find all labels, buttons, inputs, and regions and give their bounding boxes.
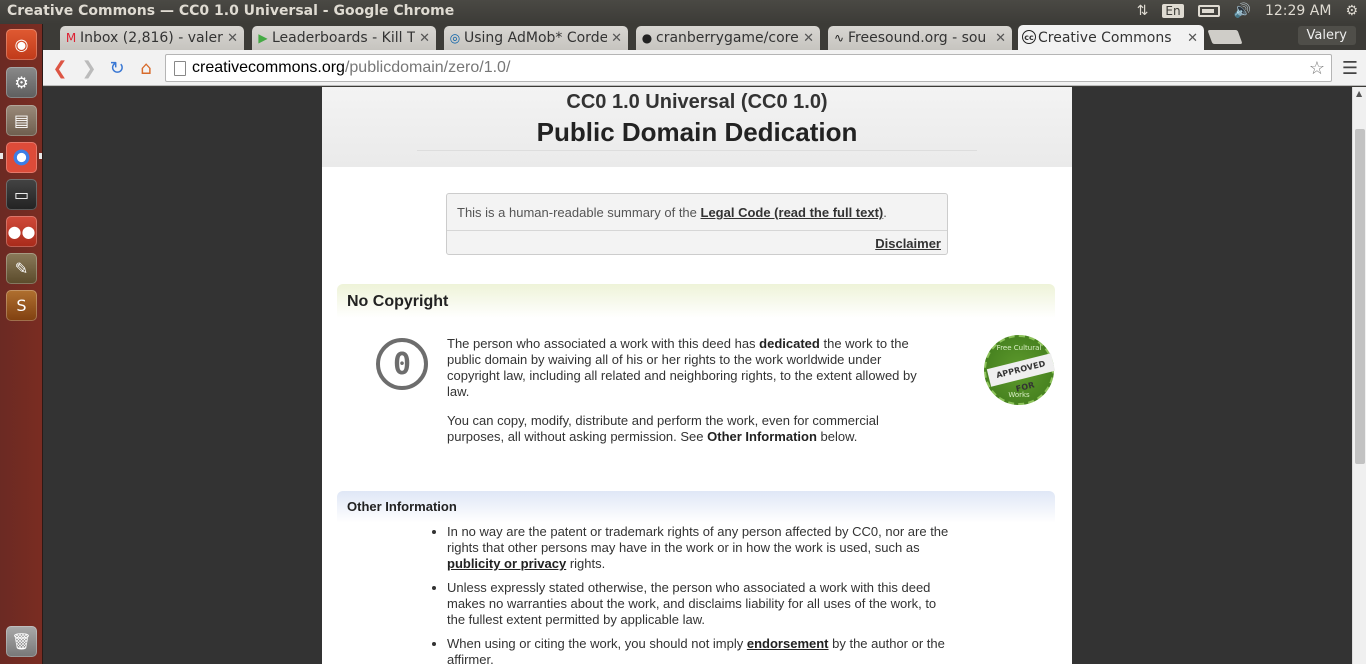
cc-icon: cc: [1022, 30, 1036, 44]
tab-label: Freesound.org - sou: [848, 30, 987, 46]
forward-button[interactable]: ❯: [78, 58, 100, 79]
top-panel: Creative Commons — CC0 1.0 Universal - G…: [0, 0, 1366, 24]
legal-code-link[interactable]: Legal Code (read the full text): [701, 205, 884, 220]
volume-icon[interactable]: 🔊: [1234, 3, 1251, 19]
other-information-list: In no way are the patent or trademark ri…: [432, 524, 952, 664]
list-item: In no way are the patent or trademark ri…: [447, 524, 952, 572]
bookmark-star-icon[interactable]: ☆: [1309, 58, 1325, 79]
dash-home-icon[interactable]: ◉: [6, 29, 37, 60]
page-title: Public Domain Dedication: [536, 117, 858, 147]
launcher: ◉ ⚙ ▤ ▭ ●● ✎ S 🗑: [0, 24, 43, 664]
summary-divider: [447, 230, 947, 231]
zero-icon: 0: [376, 338, 428, 390]
summary-text: This is a human-readable summary of the …: [457, 205, 887, 220]
running-indicator: [0, 153, 3, 159]
github-icon: ●: [641, 31, 653, 45]
tab-freesound[interactable]: ∿ Freesound.org - sou ✕: [828, 26, 1012, 50]
no-copyright-heading: No Copyright: [337, 284, 1055, 318]
endorsement-link[interactable]: endorsement: [747, 636, 829, 651]
back-button[interactable]: ❮: [49, 58, 71, 79]
header-divider: [417, 150, 977, 151]
gmail-icon: M: [65, 31, 77, 45]
new-tab-button[interactable]: [1207, 30, 1243, 44]
browser-toolbar: ❮ ❯ ↻ ⌂ creativecommons.org/publicdomain…: [43, 50, 1366, 86]
play-icon: ▶: [258, 31, 268, 45]
url-path: /publicdomain/zero/1.0/: [344, 59, 511, 76]
chrome-icon[interactable]: [6, 142, 37, 173]
gimp-icon[interactable]: ✎: [6, 253, 37, 284]
tab-label: Using AdMob* Corde: [464, 30, 608, 46]
address-bar[interactable]: creativecommons.org/publicdomain/zero/1.…: [165, 54, 1332, 82]
header-band: CC0 1.0 Universal (CC0 1.0) Public Domai…: [322, 87, 1072, 167]
clock[interactable]: 12:29 AM: [1265, 3, 1331, 19]
window-title: Creative Commons — CC0 1.0 Universal - G…: [7, 3, 455, 19]
reload-button[interactable]: ↻: [106, 58, 128, 79]
active-indicator: [39, 153, 42, 159]
tab-gmail[interactable]: M Inbox (2,816) - valery ✕: [60, 26, 244, 50]
tab-leaderboards[interactable]: ▶ Leaderboards - Kill T ✕: [252, 26, 436, 50]
list-item: When using or citing the work, you shoul…: [447, 636, 952, 664]
close-icon[interactable]: ✕: [1187, 31, 1198, 46]
page-content: CC0 1.0 Universal (CC0 1.0) Public Domai…: [322, 87, 1072, 664]
network-icon[interactable]: ⇅: [1137, 3, 1149, 19]
close-icon[interactable]: ✕: [419, 31, 430, 46]
tab-label: Leaderboards - Kill T: [272, 30, 416, 46]
publicity-privacy-link[interactable]: publicity or privacy: [447, 556, 566, 571]
trash-icon[interactable]: 🗑: [6, 626, 37, 657]
tab-github[interactable]: ● cranberrygame/core ✕: [636, 26, 820, 50]
free-cultural-works-badge[interactable]: Free Cultural APPROVED FOR Works: [984, 335, 1056, 405]
waveform-icon: ∿: [833, 31, 845, 45]
tab-admob[interactable]: ◎ Using AdMob* Corde ✕: [444, 26, 628, 50]
close-icon[interactable]: ✕: [227, 31, 238, 46]
tab-label: Creative Commons: [1038, 30, 1172, 46]
close-icon[interactable]: ✕: [611, 31, 622, 46]
terminal-icon[interactable]: ▭: [6, 179, 37, 210]
sublime-text-icon[interactable]: S: [6, 290, 37, 321]
summary-box: This is a human-readable summary of the …: [446, 193, 948, 255]
url-host: creativecommons.org: [192, 59, 345, 76]
menu-button[interactable]: ☰: [1339, 58, 1361, 79]
list-item: Unless expressly stated otherwise, the p…: [447, 580, 952, 628]
page-icon: [174, 61, 186, 76]
close-icon[interactable]: ✕: [995, 31, 1006, 46]
tab-creative-commons[interactable]: cc Creative Commons ✕: [1018, 25, 1204, 51]
keyboard-layout-indicator[interactable]: En: [1162, 4, 1184, 18]
scrollbar-thumb[interactable]: [1355, 129, 1365, 464]
scroll-up-icon[interactable]: ▲: [1356, 89, 1362, 98]
indicator-area: ⇅ En 🔊 12:29 AM ⚙: [1137, 3, 1358, 19]
other-information-heading: Other Information: [337, 491, 1055, 523]
vertical-scrollbar[interactable]: ▲: [1352, 87, 1366, 664]
battery-icon[interactable]: [1197, 5, 1220, 17]
dedication-paragraph: The person who associated a work with th…: [447, 336, 917, 399]
license-subtitle: CC0 1.0 Universal (CC0 1.0): [566, 91, 828, 113]
intel-icon: ◎: [449, 31, 461, 45]
cherries-icon[interactable]: ●●: [6, 216, 37, 247]
page-viewport: CC0 1.0 Universal (CC0 1.0) Public Domai…: [43, 87, 1366, 664]
tab-label: Inbox (2,816) - valery: [80, 30, 224, 46]
close-icon[interactable]: ✕: [803, 31, 814, 46]
usage-paragraph: You can copy, modify, distribute and per…: [447, 413, 879, 444]
files-icon[interactable]: ▤: [6, 105, 37, 136]
system-settings-icon[interactable]: ⚙: [6, 67, 37, 98]
tab-label: cranberrygame/core: [656, 30, 799, 46]
tab-strip: M Inbox (2,816) - valery ✕ ▶ Leaderboard…: [43, 24, 1366, 51]
gear-icon[interactable]: ⚙: [1345, 3, 1358, 19]
disclaimer-link[interactable]: Disclaimer: [875, 236, 941, 251]
profile-button[interactable]: Valery: [1297, 26, 1356, 45]
home-button[interactable]: ⌂: [135, 58, 157, 79]
